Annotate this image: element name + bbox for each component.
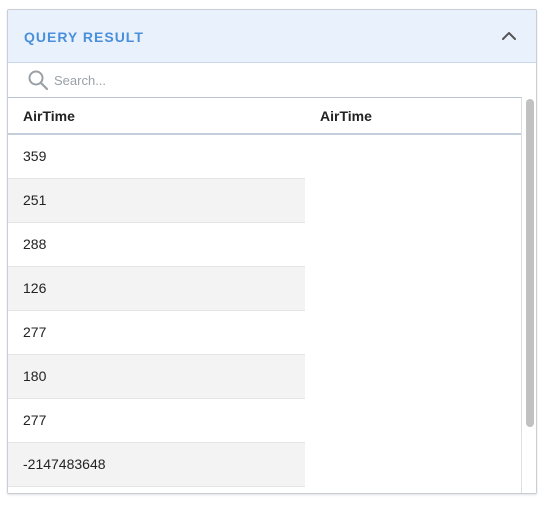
table-cell: 277	[23, 324, 47, 340]
table-row[interactable]: 126	[8, 267, 305, 311]
table-body: 359 251 288 126 277 180 277 -2147483648	[8, 135, 305, 487]
results-table: AirTime AirTime 359 251 288 126 277 180 …	[8, 97, 522, 493]
column-header-airtime[interactable]: AirTime	[23, 108, 75, 124]
table-cell: 126	[23, 280, 47, 296]
table-cell: 251	[23, 192, 47, 208]
table-cell: 359	[23, 148, 47, 164]
table-row[interactable]: 277	[8, 399, 305, 443]
table-row[interactable]: 277	[8, 311, 305, 355]
chevron-up-icon[interactable]	[500, 27, 518, 45]
table-row[interactable]: 180	[8, 355, 305, 399]
table-cell: -2147483648	[23, 456, 106, 472]
table-row[interactable]: 251	[8, 179, 305, 223]
panel-header[interactable]: QUERY RESULT	[8, 10, 536, 63]
table-row[interactable]: -2147483648	[8, 443, 305, 487]
table-cell: 288	[23, 236, 47, 252]
table-cell: 277	[23, 412, 47, 428]
search-icon	[27, 69, 49, 91]
search-input[interactable]	[52, 69, 496, 91]
table-header: AirTime AirTime	[8, 98, 521, 135]
table-row[interactable]: 359	[8, 135, 305, 179]
scrollbar-thumb[interactable]	[526, 99, 534, 427]
panel-title: QUERY RESULT	[24, 29, 144, 45]
query-result-panel: QUERY RESULT AirTime AirTime 359 251 288…	[7, 9, 537, 494]
column-header-airtime-2[interactable]: AirTime	[320, 108, 372, 124]
vertical-scrollbar[interactable]	[522, 97, 536, 493]
table-row[interactable]: 288	[8, 223, 305, 267]
table-cell: 180	[23, 368, 47, 384]
search-bar	[8, 63, 536, 97]
